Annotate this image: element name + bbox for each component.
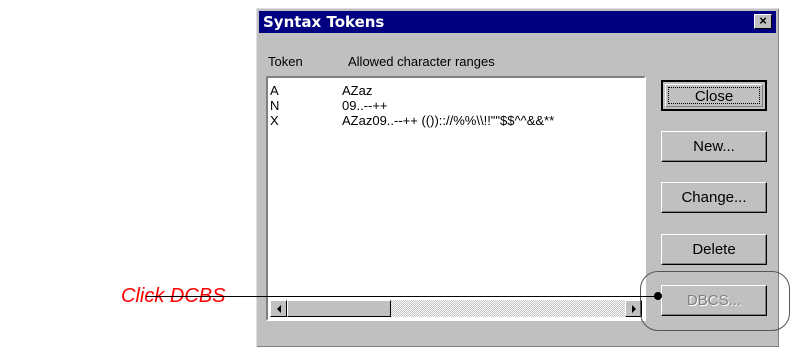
scroll-left-button[interactable] [270,300,287,317]
delete-button[interactable]: Delete [661,234,767,265]
token-cell: N [270,98,280,113]
triangle-left-icon [277,305,281,313]
tokens-listbox[interactable]: A AZaz N 09..--++ X AZaz09..--++ (())::/… [266,76,646,321]
callout-line [146,296,658,297]
token-cell: A [270,83,279,98]
dbcs-highlight-circle [640,271,790,331]
close-window-button[interactable]: × [754,14,772,29]
dialog-title: Syntax Tokens [263,13,385,31]
ranges-cell: 09..--++ [342,98,388,113]
close-button-label: Close [694,88,734,105]
ranges-cell: AZaz [342,83,373,98]
column-header-token: Token [268,54,303,69]
new-button[interactable]: New... [661,131,767,162]
change-button[interactable]: Change... [661,182,767,213]
column-header-ranges: Allowed character ranges [348,54,495,69]
scrollbar-thumb[interactable] [287,300,391,317]
ranges-cell: AZaz09..--++ (()):://%%\\!!""$$^^&&** [342,113,555,128]
title-bar[interactable]: Syntax Tokens × [259,11,776,33]
horizontal-scrollbar[interactable] [270,300,642,317]
close-button[interactable]: Close [661,80,767,111]
callout-dot [654,292,662,300]
token-cell: X [270,113,279,128]
triangle-right-icon [632,305,636,313]
